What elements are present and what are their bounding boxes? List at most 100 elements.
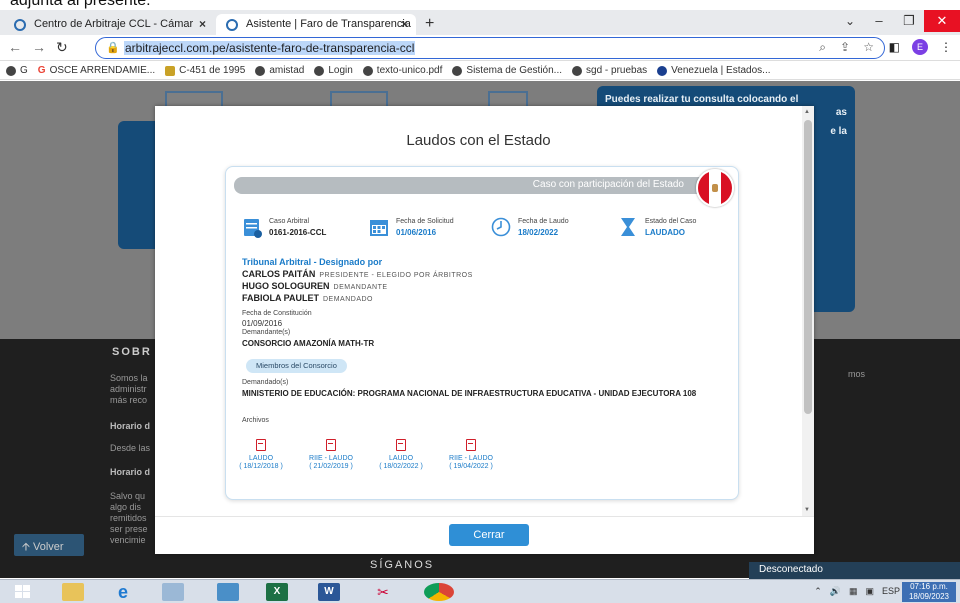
hourglass-icon	[621, 218, 635, 236]
zoom-icon[interactable]: ⌕	[819, 40, 826, 55]
avatar[interactable]: E	[912, 39, 928, 55]
laudos-modal: Laudos con el Estado Caso con participac…	[155, 106, 814, 554]
scroll-thumb[interactable]	[804, 120, 812, 414]
back-to-top-button[interactable]: 🡩 Volver	[14, 534, 84, 556]
case-card: Caso con participación del Estado Caso A…	[225, 166, 739, 500]
app-tray-icon[interactable]: ▣	[865, 586, 874, 597]
bookmark-item[interactable]: Sistema de Gestión...	[452, 65, 562, 76]
lock-icon: 🔒	[106, 42, 120, 54]
site-icon	[657, 65, 668, 76]
scroll-up-icon[interactable]: ▲	[804, 109, 810, 115]
file-explorer-icon[interactable]	[62, 583, 84, 601]
close-button[interactable]: Cerrar	[449, 524, 529, 546]
demandantes-label: Demandante(s)	[242, 329, 291, 336]
pdf-icon	[256, 439, 266, 451]
snipping-tool-icon[interactable]: ✂	[372, 583, 394, 601]
demandados-label: Demandado(s)	[242, 379, 289, 386]
document-text: adjunta al presente:	[0, 0, 960, 10]
file-link[interactable]: LAUDO( 18/12/2018 )	[226, 439, 296, 470]
word-icon[interactable]: W	[318, 583, 340, 601]
social-heading: SÍGANOS	[370, 559, 435, 571]
file-link[interactable]: LAUDO( 18/02/2022 )	[366, 439, 436, 470]
globe-icon	[452, 65, 463, 76]
control-panel-icon[interactable]	[217, 583, 239, 601]
chevron-up-icon[interactable]: ⌃	[814, 586, 822, 597]
taskbar-clock[interactable]: 07:16 p.m. 18/09/2023	[902, 582, 956, 602]
google-icon: G	[37, 65, 46, 76]
menu-icon[interactable]: ⋮	[940, 40, 952, 54]
excel-icon[interactable]: X	[266, 583, 288, 601]
internet-explorer-icon[interactable]: e	[112, 583, 134, 601]
browser-tab-strip: Centro de Arbitraje CCL - Cámar × Asiste…	[0, 10, 960, 35]
bookmark-item[interactable]: G	[6, 65, 28, 76]
modal-footer: Cerrar	[155, 516, 814, 554]
clock-icon	[491, 217, 511, 237]
restore-icon[interactable]: ❐	[894, 10, 924, 32]
demandado-value: MINISTERIO DE EDUCACIÓN: PROGRAMA NACION…	[242, 389, 697, 398]
calendar-icon	[370, 220, 388, 236]
close-window-icon[interactable]: ✕	[924, 10, 960, 32]
sidebar-icon[interactable]: ◧	[889, 40, 900, 54]
toolbar-icons: ◧ E ⋮	[889, 39, 952, 55]
bookmarks-bar: G G OSCE ARRENDAMIE... C-451 de 1995 amis…	[0, 62, 960, 80]
bookmark-item[interactable]: amistad	[255, 65, 304, 76]
globe-icon	[6, 65, 16, 76]
language-indicator[interactable]: ESP	[882, 586, 900, 597]
volume-icon[interactable]: 🔊	[830, 586, 841, 597]
arbitro-row: CARLOS PAITÁN PRESIDENTE - ELEGIDO POR ÁR…	[242, 269, 473, 279]
file-link[interactable]: RIIE - LAUDO( 19/04/2022 )	[436, 439, 506, 470]
pdf-icon	[326, 439, 336, 451]
tab-centro-arbitraje[interactable]: Centro de Arbitraje CCL - Cámar ×	[4, 14, 214, 35]
pdf-icon	[466, 439, 476, 451]
site-icon	[14, 19, 26, 31]
windows-taskbar: e X W ✂ ⌃ 🔊 ▦ ▣ ESP 07:16 p.m. 18/09/202…	[0, 579, 960, 603]
share-icon[interactable]: ⇪	[840, 40, 850, 54]
image-viewer-icon[interactable]	[162, 583, 184, 601]
file-link[interactable]: RIIE - LAUDO( 21/02/2019 )	[296, 439, 366, 470]
close-tab-icon[interactable]: ×	[401, 17, 408, 31]
tribunal-label: Tribunal Arbitral - Designado por	[242, 257, 383, 267]
network-icon[interactable]: ▦	[849, 586, 858, 597]
back-icon[interactable]: ←	[8, 39, 22, 55]
arbitro-row: HUGO SOLOGUREN DEMANDANTE	[242, 281, 388, 291]
bookmark-item[interactable]: Login	[314, 65, 353, 76]
peru-flag-icon	[696, 169, 734, 207]
tab-asistente-faro[interactable]: Asistente | Faro de Transparencia ×	[216, 14, 416, 35]
url-input[interactable]: 🔒 arbitrajeccl.com.pe/asistente-faro-de-…	[95, 37, 885, 59]
windows-start-icon[interactable]	[12, 583, 36, 601]
reload-icon[interactable]: ↻	[56, 39, 68, 56]
chrome-icon[interactable]	[424, 583, 454, 601]
minimize-icon[interactable]: –	[864, 10, 894, 32]
modal-scrollbar[interactable]: ▲ ▼	[802, 106, 814, 516]
consorcio-members-button[interactable]: Miembros del Consorcio	[246, 359, 347, 373]
close-tab-icon[interactable]: ×	[199, 17, 206, 31]
globe-icon	[572, 65, 583, 76]
site-icon	[226, 19, 238, 31]
archivos-label: Archivos	[242, 417, 269, 424]
new-tab-button[interactable]: +	[425, 15, 434, 33]
clipboard-icon	[244, 219, 262, 238]
document-icon	[165, 65, 176, 76]
bookmark-item[interactable]: C-451 de 1995	[165, 65, 245, 76]
bookmark-item[interactable]: Venezuela | Estados...	[657, 65, 771, 76]
bookmark-item[interactable]: sgd - pruebas	[572, 65, 647, 76]
section-heading: SOBR	[112, 346, 152, 358]
chevron-down-icon[interactable]: ⌄	[845, 14, 855, 28]
arrow-up-icon: 🡩	[22, 541, 33, 553]
arbitro-row: FABIOLA PAULET DEMANDADO	[242, 293, 374, 303]
bookmark-item[interactable]: texto-unico.pdf	[362, 65, 442, 76]
constitucion-label: Fecha de Constitución	[242, 310, 312, 317]
address-bar-row: ← → ↻ 🔒 arbitrajeccl.com.pe/asistente-fa…	[0, 35, 960, 61]
forward-icon[interactable]: →	[32, 39, 46, 55]
modal-body: Laudos con el Estado Caso con participac…	[155, 106, 814, 516]
url-text[interactable]: arbitrajeccl.com.pe/asistente-faro-de-tr…	[124, 41, 416, 55]
globe-icon	[362, 65, 373, 76]
modal-title: Laudos con el Estado	[406, 132, 551, 149]
bookmark-item[interactable]: G OSCE ARRENDAMIE...	[38, 65, 155, 76]
star-icon[interactable]: ☆	[863, 40, 874, 54]
case-banner: Caso con participación del Estado	[234, 177, 732, 194]
demandante-value: CONSORCIO AMAZONÍA MATH-TR	[242, 339, 375, 348]
scroll-down-icon[interactable]: ▼	[804, 507, 810, 513]
connection-toast: Desconectado	[749, 562, 960, 579]
constitucion-value: 01/09/2016	[242, 319, 283, 328]
